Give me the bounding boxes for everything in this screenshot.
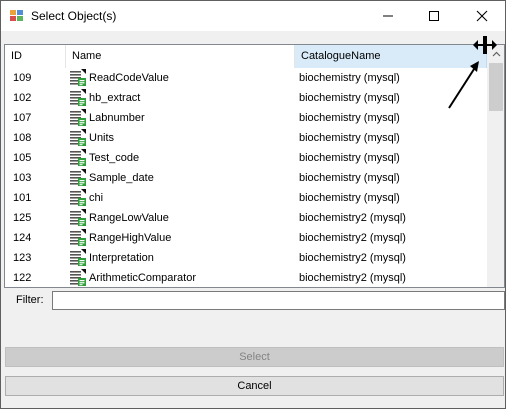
row-catalogue-name: biochemistry2 (mysql) — [299, 232, 406, 244]
table-row[interactable]: 123 Interpretation biochemistry2 (mysql) — [5, 248, 487, 268]
app-icon — [10, 9, 24, 23]
row-catalogue-name: biochemistry (mysql) — [299, 92, 400, 104]
table-row[interactable]: 124 RangeHighValue biochemistry2 (mysql) — [5, 228, 487, 248]
annotation-arrow-icon — [448, 61, 479, 109]
row-id: 105 — [13, 152, 32, 164]
catalogue-item-icon — [68, 269, 86, 287]
row-id: 123 — [13, 252, 32, 264]
table-row[interactable]: 122 ArithmeticComparator biochemistry2 (my… — [5, 268, 487, 287]
vertical-scrollbar[interactable] — [487, 45, 504, 287]
row-catalogue-name: biochemistry2 (mysql) — [299, 212, 406, 224]
table-row[interactable]: 125 RangeLowValue biochemistry2 (mysql) — [5, 208, 487, 228]
list-header: ID Name CatalogueName — [5, 45, 504, 68]
row-catalogue-name: biochemistry (mysql) — [299, 132, 400, 144]
row-name: Labnumber — [89, 112, 145, 124]
row-id: 124 — [13, 232, 32, 244]
row-name: RangeLowValue — [89, 212, 169, 224]
minimize-icon — [383, 15, 393, 17]
row-id: 101 — [13, 192, 32, 204]
catalogue-item-icon — [68, 149, 86, 167]
objects-list[interactable]: ID Name CatalogueName 109 ReadCodeValue bi… — [4, 44, 505, 288]
row-name: Test_code — [89, 152, 140, 164]
catalogue-item-icon — [68, 89, 86, 107]
table-row[interactable]: 102 hb_extract biochemistry (mysql) — [5, 88, 487, 108]
resize-cursor-icon — [473, 36, 497, 54]
table-row[interactable]: 109 ReadCodeValue biochemistry (mysql) — [5, 68, 487, 88]
row-id: 122 — [13, 272, 32, 284]
row-name: ReadCodeValue — [89, 72, 169, 84]
close-button[interactable] — [459, 1, 505, 31]
row-name: chi — [89, 192, 104, 204]
catalogue-item-icon — [68, 229, 86, 247]
select-objects-dialog: Select Object(s) ID Name CatalogueName 1… — [0, 0, 506, 409]
close-icon — [476, 10, 488, 22]
row-name: Interpretation — [89, 252, 154, 264]
row-catalogue-name: biochemistry (mysql) — [299, 112, 400, 124]
row-name: RangeHighValue — [89, 232, 172, 244]
table-row[interactable]: 108 Units biochemistry (mysql) — [5, 128, 487, 148]
table-row[interactable]: 103 Sample_date biochemistry (mysql) — [5, 168, 487, 188]
catalogue-item-icon — [68, 209, 86, 227]
row-id: 109 — [13, 72, 32, 84]
title-bar[interactable]: Select Object(s) — [1, 1, 505, 31]
minimize-button[interactable] — [365, 1, 411, 31]
catalogue-item-icon — [68, 69, 86, 87]
catalogue-item-icon — [68, 109, 86, 127]
window-title: Select Object(s) — [31, 9, 117, 23]
row-id: 108 — [13, 132, 32, 144]
row-name: hb_extract — [89, 92, 141, 104]
row-id: 103 — [13, 172, 32, 184]
row-catalogue-name: biochemistry (mysql) — [299, 152, 400, 164]
maximize-button[interactable] — [411, 1, 457, 31]
table-row[interactable]: 107 Labnumber biochemistry (mysql) — [5, 108, 487, 128]
catalogue-item-icon — [68, 169, 86, 187]
row-catalogue-name: biochemistry (mysql) — [299, 72, 400, 84]
row-catalogue-name: biochemistry2 (mysql) — [299, 252, 406, 264]
filter-label: Filter: — [16, 294, 44, 306]
table-row[interactable]: 105 Test_code biochemistry (mysql) — [5, 148, 487, 168]
row-name: Sample_date — [89, 172, 154, 184]
row-name: ArithmeticComparator — [89, 272, 196, 284]
column-header-name[interactable]: Name — [66, 45, 295, 68]
cancel-button[interactable]: Cancel — [5, 376, 504, 396]
catalogue-item-icon — [68, 249, 86, 267]
select-button[interactable]: Select — [5, 347, 504, 367]
row-id: 102 — [13, 92, 32, 104]
table-row[interactable]: 101 chi biochemistry (mysql) — [5, 188, 487, 208]
row-id: 107 — [13, 112, 32, 124]
catalogue-item-icon — [68, 129, 86, 147]
row-catalogue-name: biochemistry2 (mysql) — [299, 272, 406, 284]
row-name: Units — [89, 132, 115, 144]
filter-input[interactable] — [52, 291, 505, 310]
scroll-thumb[interactable] — [489, 63, 503, 111]
row-catalogue-name: biochemistry (mysql) — [299, 192, 400, 204]
maximize-icon — [429, 11, 439, 21]
row-catalogue-name: biochemistry (mysql) — [299, 172, 400, 184]
row-id: 125 — [13, 212, 32, 224]
catalogue-item-icon — [68, 189, 86, 207]
column-header-id[interactable]: ID — [5, 45, 66, 68]
